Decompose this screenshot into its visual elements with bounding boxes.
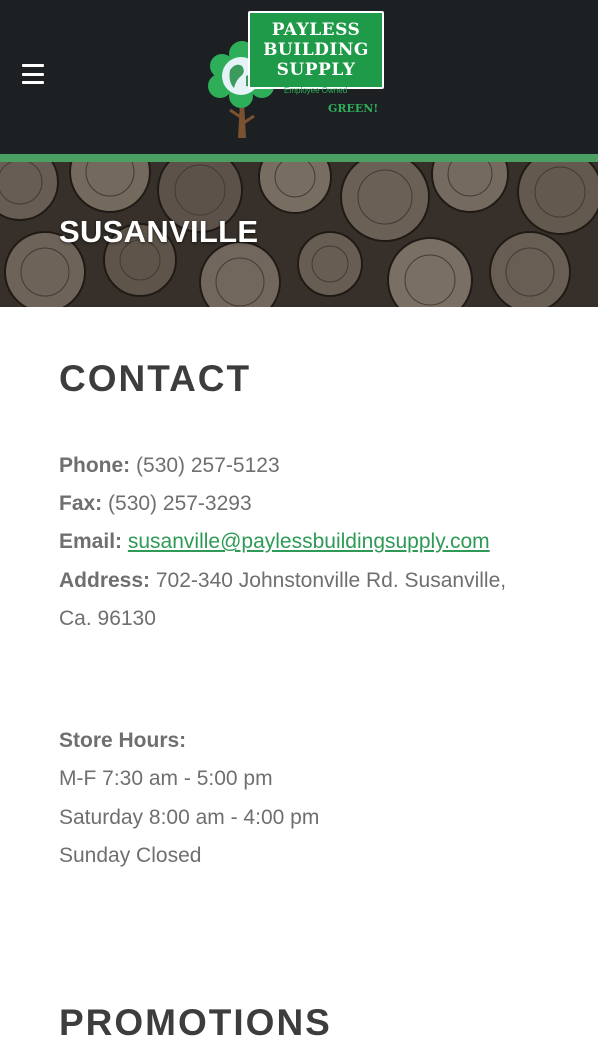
fax-label: Fax:	[59, 492, 103, 515]
hero-banner: SUSANVILLE	[0, 162, 598, 307]
hamburger-menu-icon[interactable]	[22, 64, 44, 84]
page-title: SUSANVILLE	[59, 214, 259, 249]
site-header: PAYLESS BUILDING SUPPLY Employee Owned G…	[0, 0, 598, 154]
hours-saturday: Saturday 8:00 am - 4:00 pm	[59, 806, 320, 829]
store-hours-label: Store Hours:	[59, 722, 186, 760]
email-link[interactable]: susanville@paylessbuildingsupply.com	[128, 530, 490, 553]
logo-line-1: PAYLESS	[271, 20, 361, 40]
accent-bar	[0, 154, 598, 162]
phone-line: Phone: (530) 257-5123	[59, 447, 280, 485]
promotions-heading: PROMOTIONS	[59, 1002, 332, 1043]
logo-tagline: Employee Owned	[284, 86, 348, 95]
email-line: Email: susanville@paylessbuildingsupply.…	[59, 523, 490, 561]
address-label: Address:	[59, 569, 151, 592]
contact-heading: CONTACT	[59, 358, 252, 399]
logo-line-2: BUILDING	[263, 40, 369, 60]
address-value-line1: 702-340 Johnstonville Rd. Susanville,	[155, 569, 507, 592]
logo-line-3: SUPPLY	[276, 60, 356, 80]
store-hours-heading: Store Hours:	[59, 729, 187, 752]
payless-logo[interactable]: PAYLESS BUILDING SUPPLY Employee Owned G…	[208, 10, 390, 140]
email-label: Email:	[59, 530, 123, 553]
phone-value[interactable]: (530) 257-5123	[136, 454, 280, 477]
hours-sunday: Sunday Closed	[59, 844, 202, 867]
phone-label: Phone:	[59, 454, 131, 477]
address-line-2: Ca. 96130	[59, 607, 156, 630]
logo-text-box: PAYLESS BUILDING SUPPLY	[248, 11, 384, 89]
address-line: Address: 702-340 Johnstonville Rd. Susan…	[59, 562, 506, 600]
fax-value: (530) 257-3293	[108, 492, 252, 515]
hours-weekday: M-F 7:30 am - 5:00 pm	[59, 767, 273, 790]
logo-green: GREEN!	[328, 102, 379, 115]
fax-line: Fax: (530) 257-3293	[59, 485, 252, 523]
